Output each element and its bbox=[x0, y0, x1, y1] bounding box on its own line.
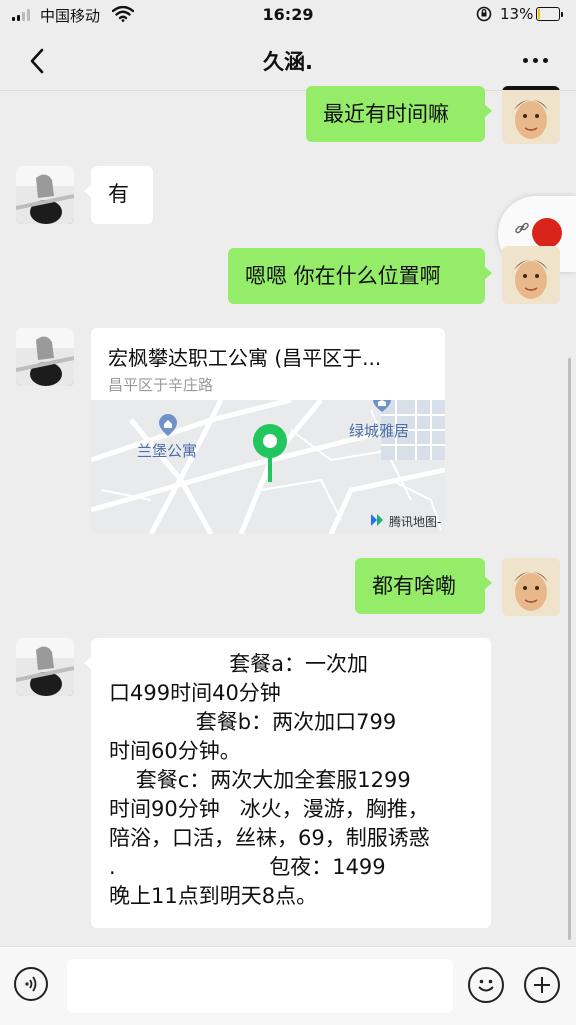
emoji-icon[interactable] bbox=[468, 967, 504, 1003]
avatar-friend[interactable] bbox=[16, 166, 74, 224]
message-bubble-me[interactable]: 都有啥嘞 bbox=[355, 558, 492, 614]
message-text: 最近有时间嘛 bbox=[323, 102, 449, 126]
location-map[interactable]: 兰堡公寓 绿城雅居 腾讯地图- bbox=[91, 400, 445, 534]
location-address: 昌平区于辛庄路 bbox=[108, 376, 214, 394]
avatar-me[interactable] bbox=[502, 246, 560, 304]
chat-header: 久涵. bbox=[0, 30, 576, 91]
avatar-image bbox=[16, 328, 74, 386]
status-bar: 中国移动 16:29 13% bbox=[0, 0, 576, 30]
avatar-me[interactable] bbox=[502, 558, 560, 616]
rotation-lock-icon bbox=[476, 6, 492, 22]
map-label-poi: 绿城雅居 bbox=[349, 422, 410, 440]
message-bubble-me[interactable]: 嗯嗯 你在什么位置啊 bbox=[228, 248, 492, 304]
message-text: 嗯嗯 你在什么位置啊 bbox=[245, 264, 441, 288]
chat-title: 久涵. bbox=[263, 50, 313, 74]
map-attribution: 腾讯地图- bbox=[389, 515, 442, 529]
map-label-poi: 兰堡公寓 bbox=[137, 442, 198, 460]
avatar-image bbox=[502, 246, 560, 304]
avatar-image bbox=[502, 558, 560, 616]
message-line: 套餐c：两次大加全套服1299 bbox=[109, 768, 411, 792]
avatar-friend[interactable] bbox=[16, 638, 74, 696]
battery-icon bbox=[536, 7, 563, 21]
poi-pin-icon bbox=[159, 414, 177, 436]
location-pin-icon bbox=[253, 424, 287, 482]
location-card[interactable]: 宏枫攀达职工公寓 (昌平区于... 昌平区于辛庄路 兰堡公寓 绿城雅居 腾讯地图… bbox=[91, 328, 445, 534]
app-logo-icon bbox=[532, 218, 562, 248]
message-bubble-friend[interactable]: 有 bbox=[84, 166, 153, 224]
avatar-image bbox=[502, 86, 560, 144]
plus-icon[interactable] bbox=[524, 967, 560, 1003]
tencent-map-logo-icon bbox=[371, 514, 383, 526]
ellipsis-icon[interactable] bbox=[523, 58, 548, 63]
input-bar bbox=[0, 946, 576, 1025]
poi-pin-icon bbox=[373, 400, 391, 412]
scrollbar[interactable] bbox=[568, 358, 571, 940]
message-line: 陪浴，口活，丝袜，69，制服诱惑 bbox=[109, 826, 430, 850]
message-bubble-friend[interactable]: 套餐a：一次加 口499时间40分钟 套餐b：两次加口799 时间60分钟。 套… bbox=[84, 638, 491, 928]
message-line: 时间90分钟 冰火，漫游，胸推， bbox=[109, 797, 429, 821]
message-text: 都有啥嘞 bbox=[372, 574, 456, 598]
message-line: 口499时间40分钟 bbox=[109, 681, 281, 705]
message-line: 套餐a：一次加 bbox=[109, 652, 369, 676]
message-line: 时间60分钟。 bbox=[109, 739, 241, 763]
message-line: 套餐b：两次加口799 bbox=[109, 710, 397, 734]
message-text: 有 bbox=[108, 182, 129, 206]
message-bubble-me[interactable]: 最近有时间嘛 bbox=[306, 86, 492, 142]
message-line: . 包夜：1499 bbox=[109, 855, 386, 879]
avatar-image bbox=[16, 638, 74, 696]
avatar-image bbox=[16, 166, 74, 224]
link-icon bbox=[515, 222, 529, 234]
avatar-me[interactable] bbox=[502, 86, 560, 144]
location-name: 宏枫攀达职工公寓 (昌平区于... bbox=[108, 346, 382, 370]
message-input[interactable] bbox=[67, 959, 453, 1013]
message-line: 晚上11点到明天8点。 bbox=[109, 884, 318, 908]
battery-percent: 13% bbox=[500, 5, 534, 23]
avatar-friend[interactable] bbox=[16, 328, 74, 386]
voice-icon[interactable] bbox=[14, 967, 48, 1001]
